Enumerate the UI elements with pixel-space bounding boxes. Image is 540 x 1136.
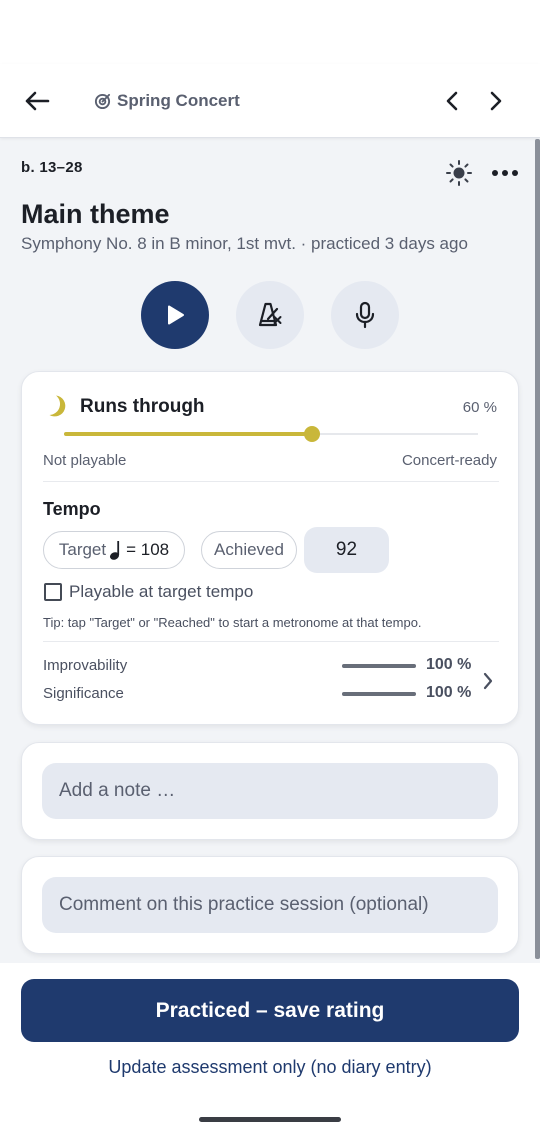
bottom-action-area: Practiced – save rating Update assessmen… bbox=[0, 963, 540, 1136]
metrics-details-button[interactable] bbox=[477, 669, 499, 693]
update-assessment-button[interactable]: Update assessment only (no diary entry) bbox=[0, 1057, 540, 1078]
status-bar bbox=[0, 0, 540, 64]
improvability-bar bbox=[342, 664, 416, 668]
moon-icon bbox=[49, 395, 66, 417]
bar-range: b. 13–28 bbox=[21, 159, 83, 176]
rating-slider[interactable] bbox=[64, 426, 478, 442]
passage-subtitle: Symphony No. 8 in B minor, 1st mvt. · pr… bbox=[21, 234, 468, 253]
achieved-tempo-chip[interactable]: Achieved bbox=[201, 531, 297, 569]
previous-passage-button[interactable] bbox=[436, 84, 468, 118]
target-icon bbox=[94, 93, 111, 109]
chevron-right-icon bbox=[483, 672, 493, 690]
theme-toggle-button[interactable] bbox=[444, 158, 474, 188]
microphone-icon bbox=[355, 301, 375, 329]
target-tempo-chip[interactable]: Target = 108 bbox=[43, 531, 185, 569]
app-bar: Spring Concert bbox=[0, 64, 540, 138]
back-button[interactable] bbox=[20, 84, 54, 118]
breadcrumb[interactable]: Spring Concert bbox=[94, 88, 240, 114]
significance-bar-fill bbox=[342, 692, 416, 696]
more-options-button[interactable] bbox=[488, 158, 522, 188]
quarter-note-icon bbox=[110, 541, 120, 560]
play-button[interactable] bbox=[141, 281, 209, 349]
note-input[interactable]: Add a note … bbox=[42, 763, 498, 819]
assessment-card: Runs through 60 % Not playable Concert-r… bbox=[21, 371, 519, 725]
improvability-label: Improvability bbox=[43, 657, 128, 674]
rating-label: Runs through bbox=[80, 396, 205, 417]
metronome-off-icon bbox=[258, 302, 282, 327]
tempo-tip: Tip: tap "Target" or "Reached" to start … bbox=[43, 615, 422, 630]
next-passage-button[interactable] bbox=[480, 84, 512, 118]
comment-card: Comment on this practice session (option… bbox=[21, 856, 519, 954]
target-label: Target bbox=[58, 540, 107, 559]
home-indicator bbox=[199, 1117, 341, 1122]
sun-icon bbox=[446, 160, 472, 186]
significance-value: 100 % bbox=[426, 684, 472, 701]
breadcrumb-label: Spring Concert bbox=[117, 91, 240, 110]
rating-percent: 60 % bbox=[462, 399, 497, 416]
target-tempo-value: = 108 bbox=[126, 540, 170, 559]
scrollbar[interactable] bbox=[535, 139, 540, 959]
scale-min-label: Not playable bbox=[43, 452, 127, 469]
slider-fill bbox=[64, 432, 313, 436]
scale-max-label: Concert-ready bbox=[401, 452, 497, 469]
play-icon bbox=[168, 305, 184, 325]
checkbox-label[interactable]: Playable at target tempo bbox=[69, 582, 253, 602]
comment-input[interactable]: Comment on this practice session (option… bbox=[42, 877, 498, 933]
save-rating-button[interactable]: Practiced – save rating bbox=[21, 979, 519, 1042]
metronome-button[interactable] bbox=[236, 281, 304, 349]
divider bbox=[43, 481, 499, 482]
divider bbox=[43, 641, 499, 642]
significance-label: Significance bbox=[43, 685, 124, 702]
improvability-bar-fill bbox=[342, 664, 416, 668]
note-card: Add a note … bbox=[21, 742, 519, 840]
slider-thumb[interactable] bbox=[304, 426, 321, 442]
tempo-heading: Tempo bbox=[43, 499, 101, 519]
significance-bar bbox=[342, 692, 416, 696]
passage-title: Main theme bbox=[21, 199, 170, 229]
more-horizontal-icon bbox=[492, 170, 518, 176]
chevron-left-icon bbox=[446, 91, 458, 111]
record-button[interactable] bbox=[331, 281, 399, 349]
target-tempo-checkbox[interactable] bbox=[44, 583, 62, 601]
improvability-value: 100 % bbox=[426, 656, 472, 673]
chevron-right-icon bbox=[490, 91, 502, 111]
arrow-left-icon bbox=[25, 91, 50, 111]
scroll-content[interactable]: b. 13–28 Main theme Symphony No. 8 in B … bbox=[0, 139, 540, 963]
achieved-tempo-input[interactable]: 92 bbox=[304, 527, 389, 573]
